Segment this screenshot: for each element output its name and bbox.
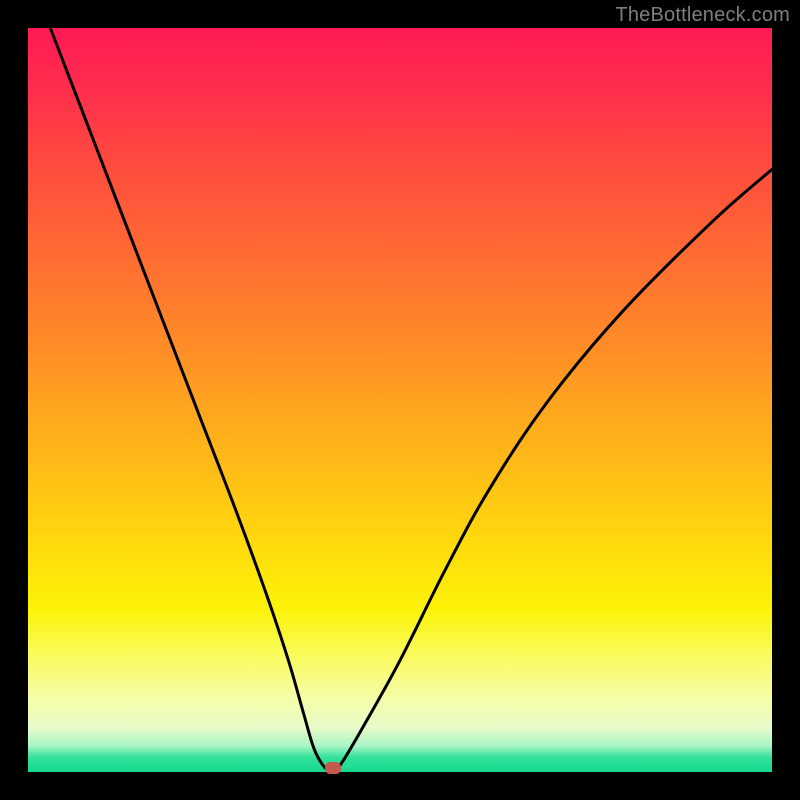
- bottleneck-curve: [28, 28, 772, 772]
- minimum-marker: [325, 762, 341, 774]
- plot-area: [28, 28, 772, 772]
- watermark-text: TheBottleneck.com: [615, 4, 790, 27]
- chart-frame: TheBottleneck.com: [0, 0, 800, 800]
